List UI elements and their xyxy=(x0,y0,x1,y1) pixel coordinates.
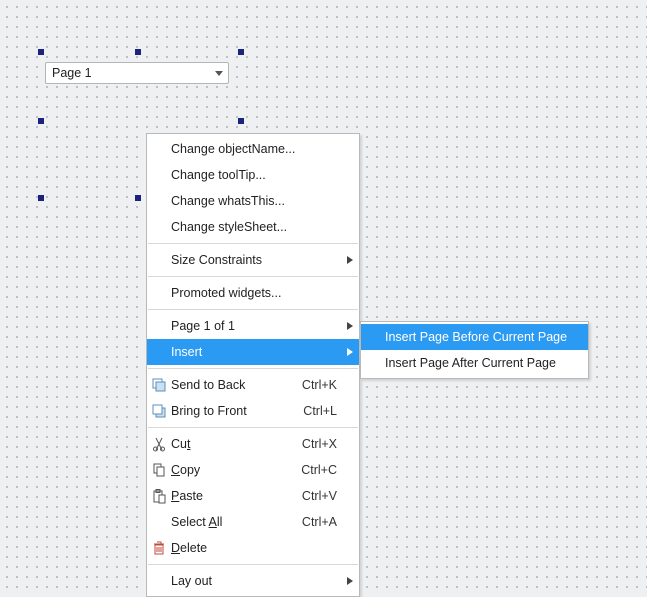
menu-label: Select All xyxy=(171,515,277,529)
blank-icon xyxy=(147,568,171,594)
selection-handle[interactable] xyxy=(238,118,244,124)
send-to-back-icon xyxy=(147,372,171,398)
submenu-insert-before[interactable]: Insert Page Before Current Page xyxy=(361,324,588,350)
menu-label: Send to Back xyxy=(171,378,277,392)
shortcut: Ctrl+A xyxy=(297,515,337,529)
blank-icon xyxy=(147,339,171,365)
menu-separator xyxy=(148,564,358,565)
menu-label: Paste xyxy=(171,489,277,503)
menu-change-whatsthis[interactable]: Change whatsThis... xyxy=(147,188,359,214)
menu-label: Page 1 of 1 xyxy=(171,319,337,333)
menu-label: Copy xyxy=(171,463,277,477)
menu-select-all[interactable]: Select All Ctrl+A xyxy=(147,509,359,535)
menu-label: Insert Page After Current Page xyxy=(385,356,566,370)
context-menu: Change objectName... Change toolTip... C… xyxy=(146,133,360,597)
page-combobox[interactable]: Page 1 xyxy=(45,62,229,84)
blank-icon xyxy=(361,324,385,350)
shortcut: Ctrl+V xyxy=(297,489,337,503)
blank-icon xyxy=(147,136,171,162)
blank-icon xyxy=(147,162,171,188)
submenu-arrow-icon xyxy=(347,577,353,585)
selection-handle[interactable] xyxy=(38,118,44,124)
menu-label: Change styleSheet... xyxy=(171,220,337,234)
insert-submenu: Insert Page Before Current Page Insert P… xyxy=(360,321,589,379)
menu-change-stylesheet[interactable]: Change styleSheet... xyxy=(147,214,359,240)
menu-separator xyxy=(148,309,358,310)
blank-icon xyxy=(147,188,171,214)
submenu-arrow-icon xyxy=(347,322,353,330)
shortcut: Ctrl+K xyxy=(297,378,337,392)
menu-separator xyxy=(148,243,358,244)
menu-cut[interactable]: Cut Ctrl+X xyxy=(147,431,359,457)
delete-icon xyxy=(147,535,171,561)
shortcut: Ctrl+C xyxy=(297,463,337,477)
page-combobox-value: Page 1 xyxy=(52,66,92,80)
menu-change-tooltip[interactable]: Change toolTip... xyxy=(147,162,359,188)
menu-send-to-back[interactable]: Send to Back Ctrl+K xyxy=(147,372,359,398)
selection-handle[interactable] xyxy=(135,195,141,201)
bring-to-front-icon xyxy=(147,398,171,424)
menu-label: Change whatsThis... xyxy=(171,194,337,208)
menu-page-status[interactable]: Page 1 of 1 xyxy=(147,313,359,339)
menu-label: Promoted widgets... xyxy=(171,286,337,300)
menu-separator xyxy=(148,276,358,277)
menu-label: Change objectName... xyxy=(171,142,337,156)
copy-icon xyxy=(147,457,171,483)
submenu-arrow-icon xyxy=(347,256,353,264)
menu-insert[interactable]: Insert xyxy=(147,339,359,365)
menu-layout[interactable]: Lay out xyxy=(147,568,359,594)
menu-label: Change toolTip... xyxy=(171,168,337,182)
selection-handle[interactable] xyxy=(38,195,44,201)
shortcut: Ctrl+L xyxy=(297,404,337,418)
submenu-insert-after[interactable]: Insert Page After Current Page xyxy=(361,350,588,376)
shortcut: Ctrl+X xyxy=(297,437,337,451)
paste-icon xyxy=(147,483,171,509)
menu-copy[interactable]: Copy Ctrl+C xyxy=(147,457,359,483)
menu-paste[interactable]: Paste Ctrl+V xyxy=(147,483,359,509)
menu-change-objectname[interactable]: Change objectName... xyxy=(147,136,359,162)
submenu-arrow-icon xyxy=(347,348,353,356)
cut-icon xyxy=(147,431,171,457)
menu-promoted-widgets[interactable]: Promoted widgets... xyxy=(147,280,359,306)
selection-handle[interactable] xyxy=(38,49,44,55)
menu-label: Insert Page Before Current Page xyxy=(385,330,567,344)
menu-label: Cut xyxy=(171,437,277,451)
menu-delete[interactable]: Delete xyxy=(147,535,359,561)
menu-label: Insert xyxy=(171,345,337,359)
selection-handle[interactable] xyxy=(135,49,141,55)
blank-icon xyxy=(147,280,171,306)
blank-icon xyxy=(147,214,171,240)
menu-label: Bring to Front xyxy=(171,404,277,418)
chevron-down-icon xyxy=(210,63,228,83)
menu-separator xyxy=(148,427,358,428)
menu-label: Delete xyxy=(171,541,337,555)
selection-handle[interactable] xyxy=(238,49,244,55)
menu-size-constraints[interactable]: Size Constraints xyxy=(147,247,359,273)
menu-bring-to-front[interactable]: Bring to Front Ctrl+L xyxy=(147,398,359,424)
blank-icon xyxy=(147,247,171,273)
menu-separator xyxy=(148,368,358,369)
blank-icon xyxy=(361,350,385,376)
menu-label: Size Constraints xyxy=(171,253,337,267)
blank-icon xyxy=(147,313,171,339)
blank-icon xyxy=(147,509,171,535)
menu-label: Lay out xyxy=(171,574,337,588)
